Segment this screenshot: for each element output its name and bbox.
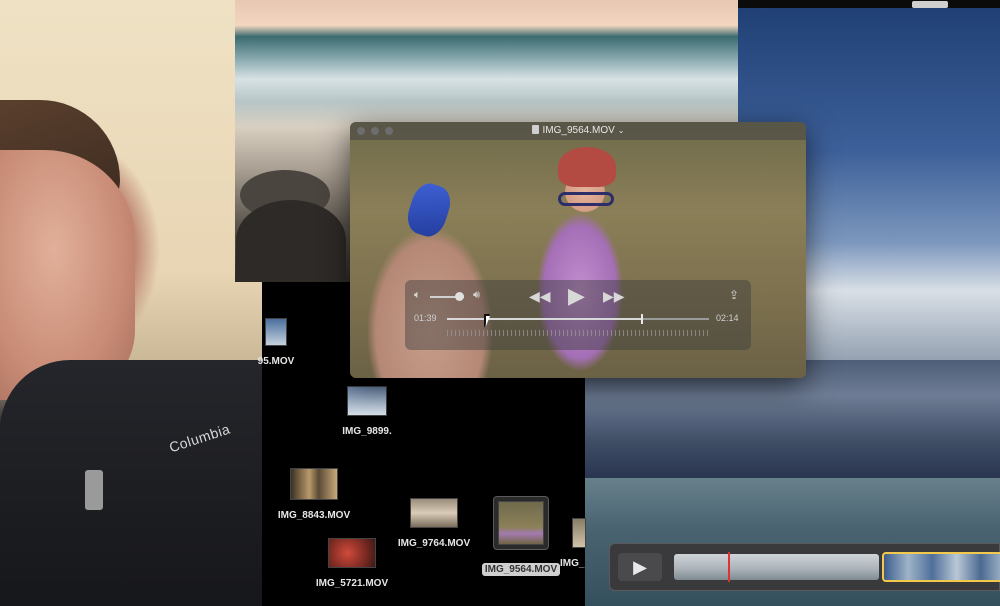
jacket-zipper (85, 470, 103, 510)
top-window-button[interactable] (912, 1, 948, 8)
volume-high-icon[interactable]: 🔊︎ (473, 290, 480, 301)
file-thumbnail (328, 538, 376, 568)
file-label: IMG_ (560, 558, 585, 569)
movie-file-icon (531, 125, 539, 134)
file-item[interactable]: IMG_5721.MOV (314, 538, 390, 591)
trim-play-button[interactable]: ▶ (618, 553, 662, 581)
file-item[interactable]: 95.MOV (256, 318, 296, 369)
trim-selection-filmstrip[interactable] (882, 552, 1000, 582)
scrub-bar-ticks (447, 330, 709, 336)
file-thumbnail (410, 498, 458, 528)
file-item[interactable]: IMG_ (558, 518, 588, 571)
file-label: 95.MOV (257, 356, 295, 367)
scrub-bar-progress (447, 318, 641, 320)
quicktime-player-window[interactable]: IMG_9564.MOV ⌄ 🔈︎ 🔊︎ ◀◀ ▶ ▶▶ ⇪ 01:39 02:1… (350, 122, 806, 378)
window-title-text: IMG_9564.MOV (542, 125, 615, 136)
file-item[interactable]: IMG_9899. (332, 386, 402, 439)
window-titlebar[interactable]: IMG_9564.MOV ⌄ (350, 122, 806, 140)
volume-slider-knob[interactable] (454, 292, 464, 301)
file-item[interactable]: IMG_9764.MOV (396, 498, 472, 551)
video-subject-hair (558, 147, 616, 187)
volume-low-icon[interactable]: 🔈︎ (414, 290, 421, 301)
person-jacket (0, 360, 262, 606)
fast-forward-icon[interactable]: ▶▶ (603, 289, 625, 303)
trim-filmstrip[interactable] (674, 554, 879, 580)
trim-bar: ▶ (609, 543, 1000, 591)
play-icon[interactable]: ▶ (568, 285, 585, 307)
time-total: 02:14 (716, 313, 739, 323)
play-icon: ▶ (633, 557, 647, 577)
file-selection-highlight (493, 496, 549, 550)
time-elapsed: 01:39 (414, 313, 437, 323)
rewind-icon[interactable]: ◀◀ (529, 289, 551, 303)
window-title: IMG_9564.MOV ⌄ (350, 125, 806, 136)
file-label: IMG_5721.MOV (315, 578, 389, 589)
file-thumbnail (572, 518, 586, 548)
file-thumbnail (498, 501, 544, 545)
file-label: IMG_9899. (342, 426, 392, 437)
file-thumbnail (347, 386, 387, 416)
chevron-down-icon[interactable]: ⌄ (618, 126, 625, 135)
file-thumbnail (290, 468, 338, 500)
top-window-edge (738, 0, 1000, 8)
file-label: IMG_9564.MOV (481, 563, 561, 576)
file-item[interactable]: IMG_8843.MOV (276, 468, 352, 523)
share-icon[interactable]: ⇪ (729, 289, 739, 301)
video-subject-glasses (558, 192, 614, 206)
file-item-selected[interactable]: IMG_9564.MOV (476, 496, 566, 577)
trim-playhead[interactable] (728, 552, 730, 582)
file-label: IMG_8843.MOV (277, 510, 351, 521)
mouse-cursor-fill (486, 316, 490, 326)
beach-rock (236, 200, 346, 280)
scrub-bar-playhead[interactable] (640, 314, 643, 324)
playback-controls-hud: 🔈︎ 🔊︎ ◀◀ ▶ ▶▶ ⇪ 01:39 02:14 (405, 280, 751, 350)
file-thumbnail (265, 318, 287, 346)
file-label: IMG_9764.MOV (397, 538, 471, 549)
